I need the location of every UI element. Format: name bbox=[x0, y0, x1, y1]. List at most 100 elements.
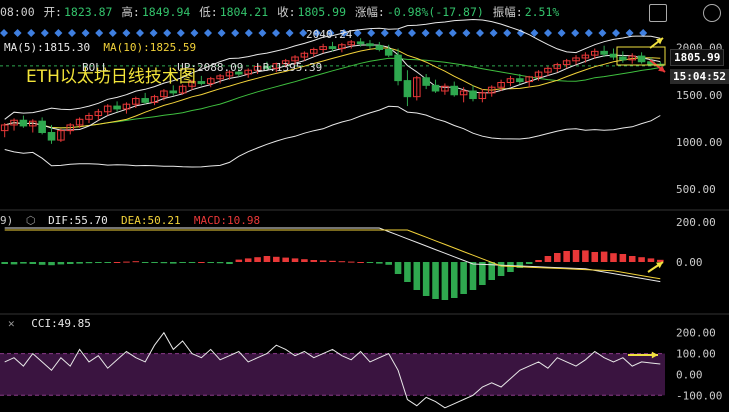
low-label: 低: bbox=[199, 5, 218, 19]
ma10-line bbox=[4, 47, 661, 129]
candle-body bbox=[38, 120, 46, 134]
calendar-icon[interactable] bbox=[649, 4, 667, 22]
macd-bar bbox=[366, 262, 374, 263]
candle-body bbox=[356, 41, 365, 45]
macd-bar bbox=[394, 262, 402, 274]
macd-indicator-line: 9) ⬡ DIF:55.70 DEA:50.21 MACD:10.98 bbox=[0, 214, 260, 227]
signal-diamond bbox=[40, 29, 49, 37]
close-icon[interactable]: ✕ bbox=[8, 317, 15, 330]
signal-diamond bbox=[95, 29, 104, 37]
macd-bar bbox=[544, 256, 552, 262]
macd-bar bbox=[554, 253, 561, 262]
signal-diamond bbox=[136, 29, 144, 37]
cci-axis-tick: 200.00 bbox=[676, 327, 716, 340]
dea-value: 50.21 bbox=[147, 214, 181, 227]
cci-band bbox=[0, 353, 665, 396]
macd-bar bbox=[244, 258, 252, 262]
candle-body bbox=[328, 46, 337, 50]
macd-bar bbox=[76, 262, 83, 264]
candle-body bbox=[384, 48, 393, 56]
signal-diamond bbox=[421, 29, 430, 37]
high-label: 高: bbox=[121, 5, 140, 19]
macd-bar bbox=[450, 262, 458, 298]
candle-body bbox=[169, 90, 178, 94]
signal-diamond bbox=[272, 29, 280, 37]
candle-body bbox=[366, 43, 374, 47]
chart-watermark: ETH以太坊日线技术图 bbox=[26, 67, 196, 87]
macd-bar bbox=[207, 262, 215, 263]
macd-bar bbox=[141, 262, 149, 263]
bar-time: 08:00 bbox=[0, 5, 35, 19]
ma5-value: 1815.30 bbox=[43, 41, 91, 54]
candle-body bbox=[113, 105, 121, 110]
candle-body bbox=[19, 119, 28, 127]
macd-bar bbox=[169, 262, 177, 264]
low-value: 1804.21 bbox=[219, 5, 269, 19]
macd-bar bbox=[188, 262, 196, 263]
signal-diamond bbox=[149, 29, 158, 37]
macd-bar bbox=[235, 259, 243, 262]
macd-bar bbox=[273, 256, 280, 262]
candle-body bbox=[450, 85, 459, 96]
signal-diamond bbox=[258, 29, 267, 37]
signal-diamond bbox=[81, 29, 90, 37]
macd-bar bbox=[226, 262, 233, 264]
macd-bar bbox=[610, 253, 617, 262]
candle-body bbox=[600, 50, 608, 55]
macd-axis-tick: 200.00 bbox=[676, 216, 716, 229]
signal-diamond bbox=[27, 29, 36, 37]
dif-value: 55.70 bbox=[74, 214, 108, 227]
hexagon-icon[interactable]: ⬡ bbox=[26, 214, 36, 227]
macd-bar bbox=[48, 262, 55, 266]
macd-bar bbox=[160, 262, 168, 264]
dea-label: DEA: bbox=[120, 214, 148, 227]
settings-icon[interactable] bbox=[703, 4, 721, 22]
ma5-line bbox=[4, 44, 661, 131]
signal-diamond bbox=[380, 29, 389, 37]
macd-bar bbox=[291, 258, 299, 262]
cci-axis-tick: -100.00 bbox=[676, 389, 722, 402]
macd-bar bbox=[432, 262, 439, 299]
candle-body bbox=[609, 53, 618, 58]
macd-bar bbox=[319, 260, 327, 262]
macd-bar bbox=[619, 254, 627, 262]
macd-axis-tick: 0.00 bbox=[676, 256, 703, 269]
signal-diamond bbox=[462, 29, 471, 37]
dif-label: DIF: bbox=[48, 214, 75, 227]
ohlc-header: 08:00 开: 1823.87 高: 1849.94 低: 1804.21 收: 18… bbox=[0, 0, 729, 24]
signal-diamond bbox=[367, 29, 376, 37]
signal-diamond bbox=[13, 29, 22, 37]
candle-body bbox=[431, 84, 440, 92]
signal-diamond bbox=[244, 29, 253, 37]
open-label: 开: bbox=[43, 5, 62, 19]
macd-label: MACD: bbox=[193, 214, 227, 227]
cci-axis-tick: 0.00 bbox=[676, 368, 703, 381]
signal-diamond bbox=[285, 29, 294, 37]
top-price-label: 2040.24 bbox=[306, 28, 353, 41]
countdown-tag: 15:04:52 bbox=[670, 69, 729, 84]
signal-diamond bbox=[54, 29, 63, 37]
signal-diamond bbox=[0, 29, 8, 37]
ma5-label: MA(5): bbox=[4, 41, 44, 54]
change-label: 涨幅: bbox=[354, 5, 385, 19]
high-value: 1849.94 bbox=[141, 5, 191, 19]
macd-bar bbox=[329, 260, 336, 262]
macd-bar bbox=[647, 258, 655, 262]
dea-line bbox=[4, 229, 661, 280]
candle-body bbox=[469, 90, 477, 100]
macd-bar bbox=[29, 262, 37, 264]
macd-bar bbox=[151, 262, 158, 263]
macd-bar bbox=[95, 262, 102, 263]
cci-indicator-line: ✕ CCI:49.85 bbox=[8, 317, 91, 330]
signal-diamond bbox=[190, 29, 199, 37]
macd-bar bbox=[38, 262, 46, 265]
signal-diamond bbox=[584, 29, 593, 37]
macd-bar bbox=[497, 262, 505, 276]
macd-bar bbox=[113, 262, 121, 263]
macd-bar bbox=[263, 256, 271, 262]
macd-bar bbox=[628, 256, 636, 262]
amplitude-label: 振幅: bbox=[492, 5, 523, 19]
signal-diamond bbox=[163, 29, 172, 37]
macd-bar bbox=[441, 262, 449, 300]
macd-bar bbox=[422, 262, 430, 296]
